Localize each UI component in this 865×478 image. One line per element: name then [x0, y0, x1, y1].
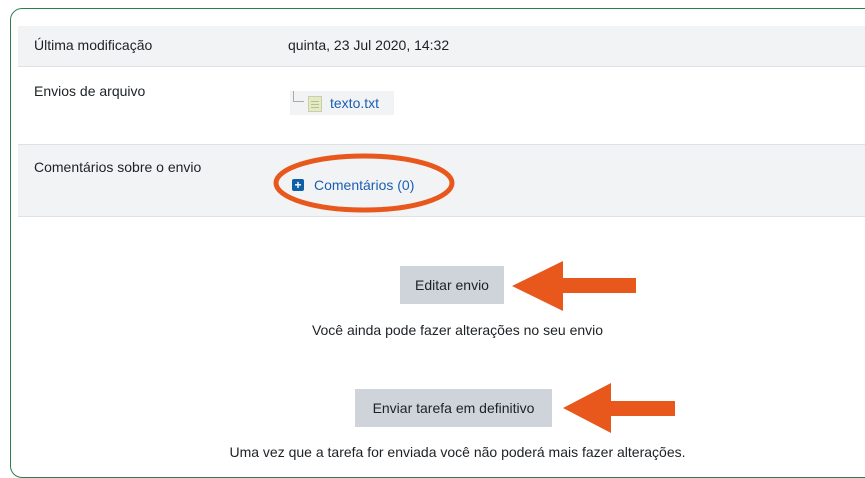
arrow-edit-icon [512, 261, 636, 311]
arrow-submit-icon [563, 383, 675, 433]
annotation-overlay [273, 153, 675, 433]
highlight-ellipse [273, 153, 455, 213]
